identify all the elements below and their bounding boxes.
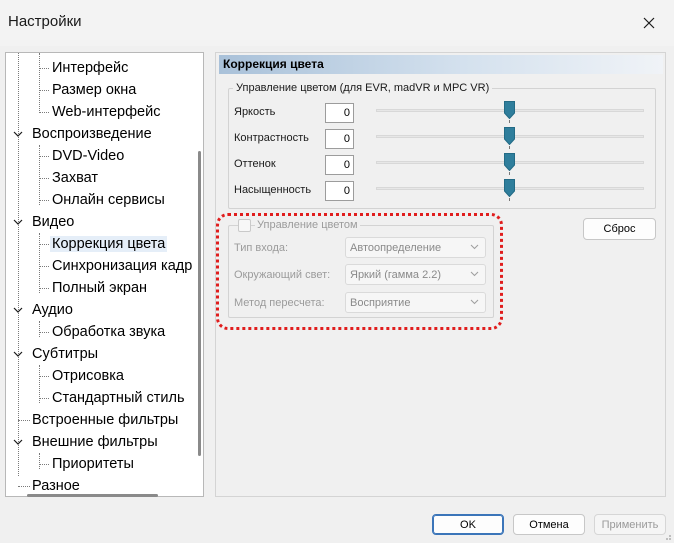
window-title: Настройки [8, 13, 82, 30]
contrast-value-field[interactable]: 0 [325, 129, 354, 149]
hue-slider[interactable] [376, 153, 644, 175]
tree-branch-line [39, 233, 40, 293]
tree-item-rendering[interactable]: Отрисовка [52, 365, 124, 387]
collapse-icon[interactable] [12, 299, 24, 321]
tree-branch-line [39, 145, 40, 205]
tree-item-internal-filters[interactable]: Встроенные фильтры [32, 409, 178, 431]
collapse-icon[interactable] [12, 123, 24, 145]
tree-item-audio[interactable]: Аудио [32, 299, 73, 321]
close-icon [643, 17, 655, 29]
page-title: Коррекция цвета [223, 57, 324, 71]
tree-connector [39, 156, 49, 157]
color-control-legend: Управление цветом (для EVR, madVR и MPC … [233, 82, 493, 94]
close-button[interactable] [634, 8, 664, 38]
ok-button[interactable]: OK [432, 514, 504, 535]
tree-connector [39, 90, 49, 91]
tree-item-playback[interactable]: Воспроизведение [32, 123, 152, 145]
brightness-value-field[interactable]: 0 [325, 103, 354, 123]
tree-item-color-correction[interactable]: Коррекция цвета [50, 233, 168, 255]
slider-tick [509, 172, 510, 175]
page-header: Коррекция цвета [219, 55, 663, 74]
tree-connector [39, 464, 49, 465]
tree-item-priorities[interactable]: Приоритеты [52, 453, 134, 475]
collapse-icon[interactable] [12, 431, 24, 453]
saturation-slider[interactable] [376, 179, 644, 201]
slider-tick [509, 146, 510, 149]
contrast-label: Контрастность [234, 132, 309, 144]
tree-item-capture[interactable]: Захват [52, 167, 98, 189]
tree-connector [39, 332, 49, 333]
apply-button[interactable]: Применить [594, 514, 666, 535]
tree-item-interface[interactable]: Интерфейс [52, 57, 128, 79]
tree-root-line [18, 53, 19, 476]
tree-item-subtitles[interactable]: Субтитры [32, 343, 98, 365]
tree-connector [39, 266, 49, 267]
saturation-value-field[interactable]: 0 [325, 181, 354, 201]
settings-tree[interactable]: Интерфейс Размер окна Web-интерфейс Восп… [5, 52, 204, 497]
reset-button[interactable]: Сброс [583, 218, 656, 240]
slider-thumb-icon[interactable] [504, 153, 515, 171]
tree-connector [39, 200, 49, 201]
tree-item-online-services[interactable]: Онлайн сервисы [52, 189, 165, 211]
tree-item-video[interactable]: Видео [32, 211, 74, 233]
tree-item-external-filters[interactable]: Внешние фильтры [32, 431, 158, 453]
collapse-icon[interactable] [12, 343, 24, 365]
slider-thumb-icon[interactable] [504, 101, 515, 119]
tree-item-dvd-video[interactable]: DVD-Video [52, 145, 124, 167]
brightness-slider[interactable] [376, 101, 644, 123]
tree-item-web-interface[interactable]: Web-интерфейс [52, 101, 160, 123]
saturation-label: Насыщенность [234, 184, 312, 196]
tree-connector [39, 288, 49, 289]
tree-branch-line [39, 321, 40, 337]
resize-grip-icon[interactable] [662, 531, 672, 541]
highlight-annotation [216, 213, 503, 330]
tree-horizontal-scrollbar[interactable] [27, 494, 158, 497]
brightness-label: Яркость [234, 106, 276, 118]
tree-item-default-style[interactable]: Стандартный стиль [52, 387, 185, 409]
tree-connector [39, 178, 49, 179]
tree-item-sound-processing[interactable]: Обработка звука [52, 321, 165, 343]
slider-tick [509, 198, 510, 201]
collapse-icon[interactable] [12, 211, 24, 233]
tree-connector [39, 398, 49, 399]
slider-thumb-icon[interactable] [504, 179, 515, 197]
tree-connector [39, 112, 49, 113]
tree-item-fullscreen[interactable]: Полный экран [52, 277, 147, 299]
hue-label: Оттенок [234, 158, 276, 170]
tree-connector [39, 376, 49, 377]
tree-connector [39, 68, 49, 69]
tree-item-window-size[interactable]: Размер окна [52, 79, 136, 101]
slider-tick [509, 120, 510, 123]
tree-connector [18, 486, 30, 487]
contrast-slider[interactable] [376, 127, 644, 149]
tree-branch-line [39, 53, 40, 113]
slider-thumb-icon[interactable] [504, 127, 515, 145]
tree-item-frame-sync[interactable]: Синхронизация кадр [52, 255, 192, 277]
tree-vertical-scrollbar[interactable] [198, 151, 201, 456]
title-bar: Настройки [0, 0, 674, 46]
tree-branch-line [39, 453, 40, 469]
tree-connector [39, 244, 49, 245]
tree-connector [18, 420, 30, 421]
hue-value-field[interactable]: 0 [325, 155, 354, 175]
cancel-button[interactable]: Отмена [513, 514, 585, 535]
